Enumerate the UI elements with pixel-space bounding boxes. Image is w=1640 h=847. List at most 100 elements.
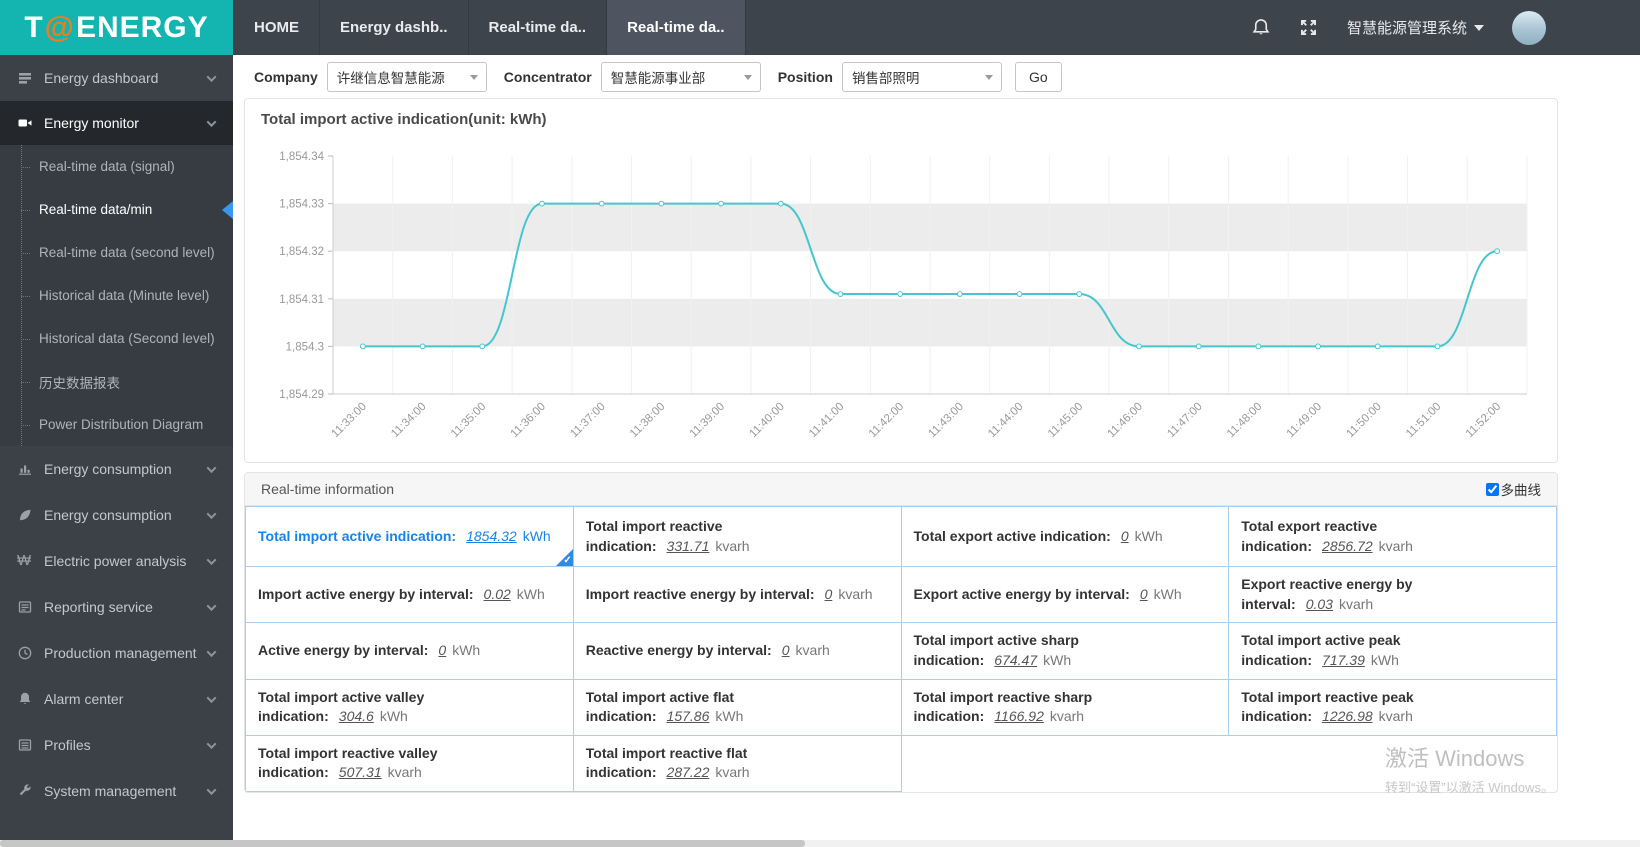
company-select[interactable]: 许继信息智慧能源 [326, 61, 487, 92]
fullscreen-icon[interactable] [1299, 18, 1319, 38]
chevron-down-icon [1474, 24, 1484, 31]
svg-text:11:52:00: 11:52:00 [1464, 401, 1504, 441]
chevron-down-icon [469, 74, 478, 80]
position-select[interactable]: 销售部照明 [841, 61, 1002, 92]
sidebar-subitem-historical-second[interactable]: Historical data (Second level) [0, 317, 233, 360]
metric-total-import-active-sharp[interactable]: Total import active sharp indication: 674… [900, 622, 1230, 680]
table-row: Total import active valley indication: 30… [245, 678, 1557, 736]
tab-realtime-data-2[interactable]: Real-time da.. [607, 0, 746, 55]
sidebar-item-label: Energy monitor [44, 115, 139, 131]
svg-text:11:37:00: 11:37:00 [568, 401, 608, 441]
concentrator-select[interactable]: 智慧能源事业部 [600, 61, 761, 92]
logo-text-2: ENERGY [75, 10, 209, 44]
concentrator-select-value: 智慧能源事业部 [610, 70, 706, 86]
position-label: Position [777, 68, 833, 85]
system-menu-label: 智慧能源管理系统 [1346, 20, 1467, 37]
system-menu[interactable]: 智慧能源管理系统 [1347, 17, 1484, 38]
realtime-metrics-table: Total import active indication: 1854.32 kW… [245, 505, 1557, 792]
svg-text:11:43:00: 11:43:00 [926, 401, 966, 441]
realtime-info-header: Real-time information 多曲线 [245, 473, 1557, 506]
wrench-icon [17, 783, 33, 799]
metric-total-import-reactive-valley[interactable]: Total import reactive valley indication:… [245, 734, 574, 792]
chart-card: Total import active indication(unit: kWh… [244, 98, 1558, 463]
tab-realtime-data-1[interactable]: Real-time da.. [469, 0, 608, 55]
realtime-info-card: Real-time information 多曲线 Total import a… [244, 472, 1558, 793]
list-icon [17, 737, 33, 753]
horizontal-scrollbar-thumb[interactable] [0, 840, 805, 847]
metric-total-import-reactive-peak[interactable]: Total import reactive peak indication: 12… [1228, 678, 1557, 736]
svg-text:11:33:00: 11:33:00 [329, 401, 369, 441]
chevron-down-icon [206, 116, 217, 127]
metric-total-import-active-flat[interactable]: Total import active flat indication: 157.… [572, 678, 902, 736]
svg-text:11:34:00: 11:34:00 [389, 401, 429, 441]
metric-export-reactive-energy-interval[interactable]: Export reactive energy by interval: 0.03 k… [1228, 566, 1557, 624]
go-button[interactable]: Go [1014, 61, 1062, 92]
multi-curve-checkbox[interactable] [1485, 482, 1499, 496]
svg-text:1,854.32: 1,854.32 [279, 246, 324, 258]
metric-total-import-reactive-sharp[interactable]: Total import reactive sharp indication: 1… [900, 678, 1230, 736]
sidebar-subitem-realtime-signal[interactable]: Real-time data (signal) [0, 145, 233, 188]
metric-total-import-active-peak[interactable]: Total import active peak indication: 717.… [1228, 622, 1557, 680]
sidebar-item-production-management[interactable]: Production management [0, 630, 233, 676]
metric-reactive-energy-interval[interactable]: Reactive energy by interval: 0 kvarh [572, 622, 902, 680]
sidebar-item-energy-consumption-2[interactable]: Energy consumption [0, 492, 233, 538]
chevron-down-icon [206, 600, 217, 611]
metric-import-active-energy-interval[interactable]: Import active energy by interval: 0.02 kWh [245, 566, 574, 624]
position-select-value: 销售部照明 [851, 70, 920, 86]
metric-total-import-active-valley[interactable]: Total import active valley indication: 30… [245, 678, 574, 736]
bell-icon[interactable] [1251, 18, 1271, 38]
metric-active-energy-interval[interactable]: Active energy by interval: 0 kWh [245, 622, 574, 680]
horizontal-scrollbar[interactable] [0, 840, 1640, 847]
multi-curve-toggle[interactable]: 多曲线 [1485, 479, 1542, 499]
svg-text:1,854.33: 1,854.33 [279, 199, 324, 211]
avatar[interactable] [1512, 10, 1546, 45]
sidebar-item-reporting-service[interactable]: Reporting service [0, 584, 233, 630]
metric-total-import-active-indication[interactable]: Total import active indication: 1854.32 kW… [245, 505, 574, 568]
sidebar-item-system-management[interactable]: System management [0, 768, 233, 814]
metric-import-reactive-energy-interval[interactable]: Import reactive energy by interval: 0 kvar… [572, 566, 902, 624]
sidebar-item-label: Energy consumption [44, 461, 172, 477]
sidebar-item-label: System management [44, 783, 177, 799]
top-tabs: HOME Energy dashb.. Real-time da.. Real-… [233, 0, 746, 55]
metric-total-export-reactive-indication[interactable]: Total export reactive indication: 2856.72… [1228, 505, 1557, 568]
svg-text:11:46:00: 11:46:00 [1106, 401, 1146, 441]
report-icon [17, 599, 33, 615]
table-row: Import active energy by interval: 0.02 kWh… [245, 566, 1557, 624]
line-chart[interactable]: 1,854.34 1,854.33 1,854.32 1,854.31 1,854.3 1… [261, 142, 1541, 460]
leaf-icon [17, 507, 33, 523]
company-select-value: 许继信息智慧能源 [336, 70, 445, 86]
chart-title: Total import active indication(unit: kWh… [261, 111, 547, 128]
metric-export-active-energy-interval[interactable]: Export active energy by interval: 0 kWh [900, 566, 1230, 624]
chevron-down-icon [206, 554, 217, 565]
logo-at-icon: @ [44, 10, 75, 44]
sidebar-item-energy-monitor[interactable]: Energy monitor [0, 101, 233, 145]
tab-home[interactable]: HOME [233, 0, 320, 55]
chevron-down-icon [206, 462, 217, 473]
metric-total-import-reactive-indication[interactable]: Total import reactive indication: 331.71 k… [572, 505, 902, 568]
sidebar-item-profiles[interactable]: Profiles [0, 722, 233, 768]
sidebar-item-energy-dashboard[interactable]: Energy dashboard [0, 55, 233, 101]
sidebar-item-alarm-center[interactable]: Alarm center [0, 676, 233, 722]
sidebar-subitem-historical-minute[interactable]: Historical data (Minute level) [0, 274, 233, 317]
svg-text:11:49:00: 11:49:00 [1285, 401, 1325, 441]
multi-curve-label: 多曲线 [1500, 483, 1542, 498]
svg-text:1,854.34: 1,854.34 [279, 151, 324, 163]
brand-logo[interactable]: T @ ENERGY [0, 0, 233, 55]
sidebar-subitem-history-report[interactable]: 历史数据报表 [0, 360, 233, 403]
sidebar-item-label: Alarm center [44, 691, 124, 707]
sidebar-item-label: Energy consumption [44, 507, 172, 523]
sidebar-subitem-power-distribution[interactable]: Power Distribution Diagram [0, 403, 233, 446]
sidebar-item-electric-power-analysis[interactable]: ₩ Electric power analysis [0, 538, 233, 584]
chevron-down-icon [743, 74, 752, 80]
sidebar-subitem-realtime-min[interactable]: Real-time data/min [0, 188, 233, 231]
metric-total-import-reactive-flat[interactable]: Total import reactive flat indication: 28… [572, 734, 902, 792]
svg-text:11:44:00: 11:44:00 [986, 401, 1026, 441]
metric-total-export-active-indication[interactable]: Total export active indication: 0 kWh [900, 505, 1230, 568]
sidebar-item-energy-consumption-1[interactable]: Energy consumption [0, 446, 233, 492]
svg-text:11:51:00: 11:51:00 [1404, 401, 1444, 441]
svg-text:11:39:00: 11:39:00 [688, 401, 728, 441]
svg-text:11:36:00: 11:36:00 [509, 401, 549, 441]
tab-energy-dashboard[interactable]: Energy dashb.. [320, 0, 469, 55]
table-row: Total import active indication: 1854.32 kW… [245, 505, 1557, 568]
sidebar-subitem-realtime-second[interactable]: Real-time data (second level) [0, 231, 233, 274]
